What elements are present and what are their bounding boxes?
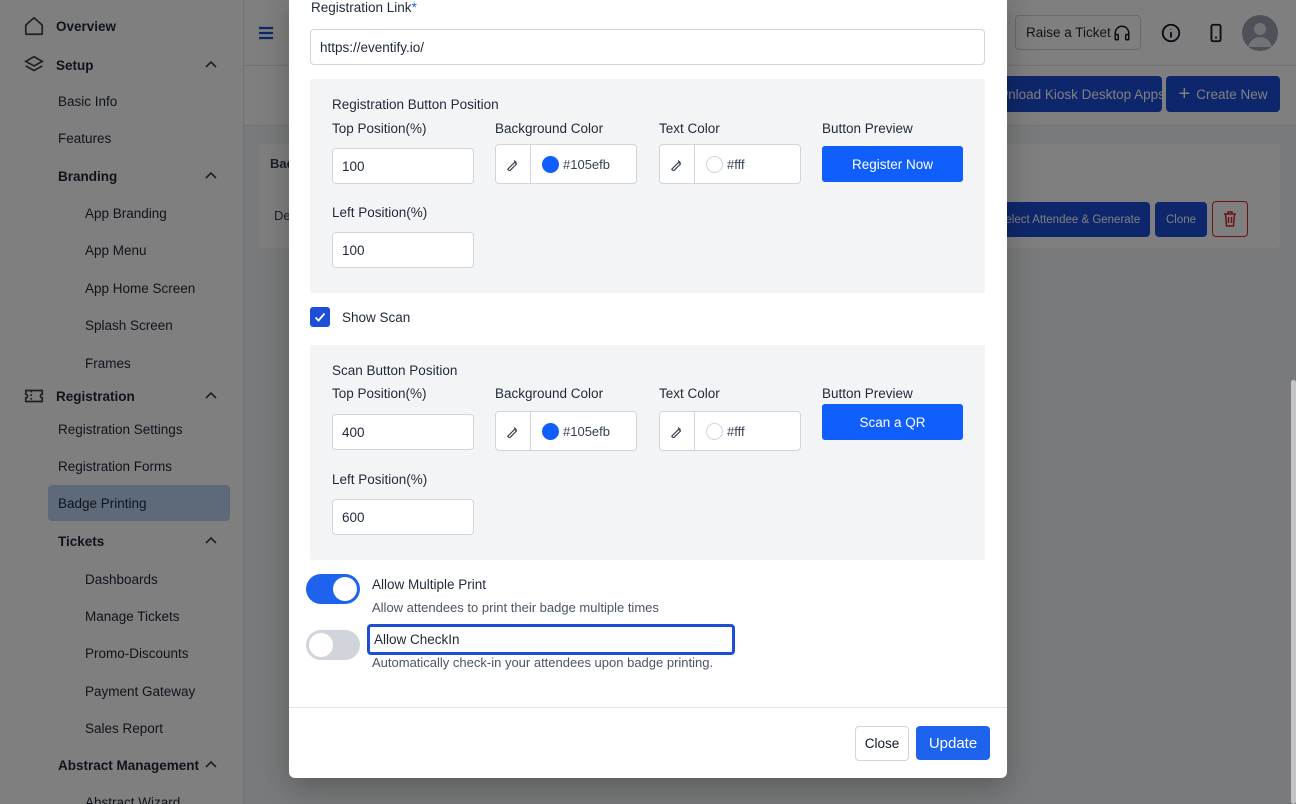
allow-multiple-print-help: Allow attendees to print their badge mul… bbox=[372, 600, 659, 615]
color-swatch bbox=[542, 422, 559, 440]
registration-link-value: https://eventify.io/ bbox=[320, 39, 425, 55]
color-swatch bbox=[542, 155, 559, 173]
allow-checkin-toggle[interactable] bbox=[306, 630, 360, 660]
toggle-knob bbox=[309, 633, 333, 657]
modal-footer-divider bbox=[289, 707, 1007, 708]
scan-button-panel: Scan Button Position Top Position(%) 400… bbox=[310, 345, 985, 560]
reg-top-position-value: 100 bbox=[342, 158, 365, 174]
registration-button-section-title: Registration Button Position bbox=[332, 97, 499, 112]
reg-text-color-label: Text Color bbox=[659, 121, 720, 136]
allow-checkin-label-focused[interactable]: Allow CheckIn bbox=[367, 624, 735, 655]
update-button[interactable]: Update bbox=[916, 726, 990, 760]
register-now-preview-button: Register Now bbox=[822, 146, 963, 182]
reg-text-color-value: #fff bbox=[727, 156, 745, 172]
allow-multiple-print-toggle[interactable] bbox=[306, 574, 360, 604]
eyedropper-icon[interactable] bbox=[660, 412, 695, 450]
scan-text-color-value: #fff bbox=[727, 423, 745, 439]
eyedropper-icon[interactable] bbox=[496, 412, 531, 450]
eyedropper-icon[interactable] bbox=[660, 145, 695, 183]
show-scan-checkbox[interactable] bbox=[310, 307, 330, 327]
reg-left-position-label: Left Position(%) bbox=[332, 205, 428, 220]
scan-top-position-input[interactable]: 400 bbox=[332, 414, 474, 450]
scan-qr-preview-text: Scan a QR bbox=[859, 414, 926, 430]
reg-text-color-picker[interactable]: #fff bbox=[659, 144, 801, 184]
color-swatch bbox=[706, 155, 723, 173]
allow-checkin-help: Automatically check-in your attendees up… bbox=[372, 655, 714, 670]
reg-left-position-input[interactable]: 100 bbox=[332, 232, 474, 268]
scan-top-position-value: 400 bbox=[342, 424, 365, 440]
close-button[interactable]: Close bbox=[855, 726, 909, 761]
scan-bg-color-label: Background Color bbox=[495, 386, 604, 401]
reg-bg-color-label: Background Color bbox=[495, 121, 604, 136]
close-button-label: Close bbox=[864, 736, 900, 751]
allow-multiple-print-label: Allow Multiple Print bbox=[372, 577, 487, 592]
scan-button-preview-label: Button Preview bbox=[822, 386, 913, 401]
update-button-label: Update bbox=[928, 734, 978, 752]
registration-link-input[interactable]: https://eventify.io/ bbox=[310, 29, 985, 65]
scan-button-section-title: Scan Button Position bbox=[332, 363, 458, 378]
allow-checkin-label: Allow CheckIn bbox=[374, 632, 460, 647]
page-scrollbar[interactable] bbox=[1291, 380, 1296, 804]
reg-top-position-label: Top Position(%) bbox=[332, 121, 427, 136]
show-scan-label: Show Scan bbox=[342, 310, 411, 325]
scan-left-position-input[interactable]: 600 bbox=[332, 499, 474, 535]
reg-left-position-value: 100 bbox=[342, 242, 365, 258]
reg-bg-color-picker[interactable]: #105efb bbox=[495, 144, 637, 184]
reg-bg-color-value: #105efb bbox=[563, 156, 610, 172]
scan-text-color-label: Text Color bbox=[659, 386, 720, 401]
eyedropper-icon[interactable] bbox=[496, 145, 531, 183]
scan-left-position-label: Left Position(%) bbox=[332, 472, 428, 487]
scan-top-position-label: Top Position(%) bbox=[332, 386, 427, 401]
registration-link-label-text: Registration Link bbox=[311, 0, 412, 15]
badge-settings-modal: Registration Link* https://eventify.io/ … bbox=[289, 0, 1007, 778]
reg-button-preview-label: Button Preview bbox=[822, 121, 913, 136]
color-swatch bbox=[706, 422, 723, 440]
toggle-knob bbox=[333, 577, 357, 601]
registration-link-label: Registration Link* bbox=[311, 0, 417, 15]
scan-text-color-picker[interactable]: #fff bbox=[659, 411, 801, 451]
register-now-preview-text: Register Now bbox=[851, 156, 934, 172]
scan-bg-color-picker[interactable]: #105efb bbox=[495, 411, 637, 451]
reg-top-position-input[interactable]: 100 bbox=[332, 148, 474, 184]
scan-qr-preview-button: Scan a QR bbox=[822, 404, 963, 440]
scan-left-position-value: 600 bbox=[342, 509, 365, 525]
check-icon bbox=[314, 312, 326, 322]
scan-bg-color-value: #105efb bbox=[563, 423, 610, 439]
required-mark: * bbox=[411, 0, 417, 15]
registration-button-panel: Registration Button Position Top Positio… bbox=[310, 79, 985, 293]
